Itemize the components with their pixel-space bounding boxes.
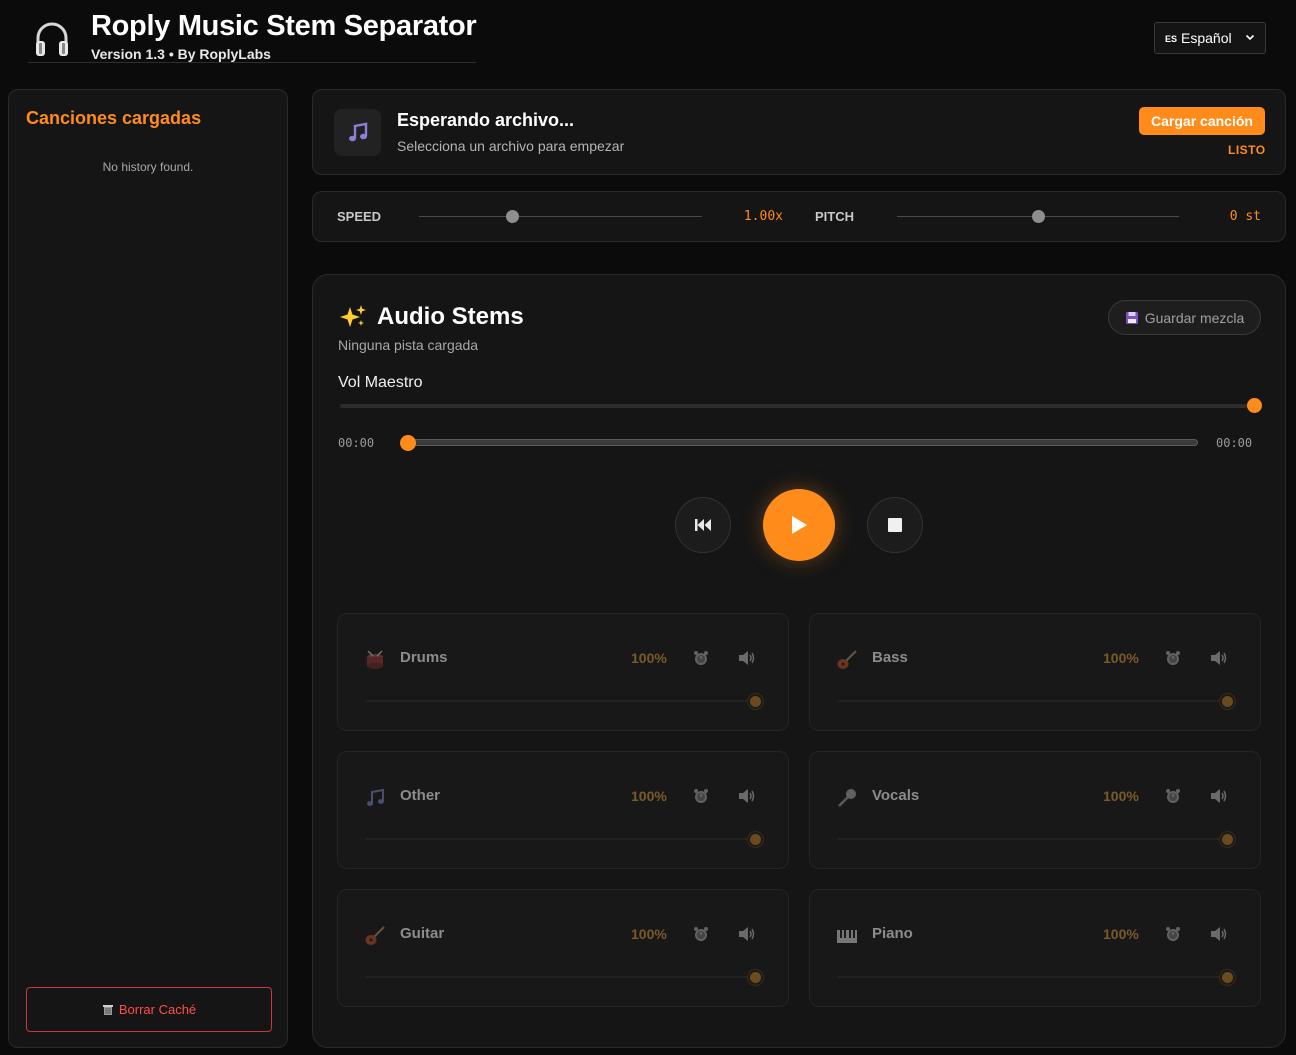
guitar-icon	[364, 925, 386, 947]
history-sidebar: Canciones cargadas No history found. Bor…	[8, 89, 288, 1048]
stem-card-piano: Piano 100%	[809, 889, 1261, 1007]
pitch-slider-thumb[interactable]	[1032, 210, 1045, 223]
master-volume-label: Vol Maestro	[338, 374, 423, 391]
stem-card-bass: Bass 100%	[809, 613, 1261, 731]
stem-volume-percent: 100%	[1103, 926, 1139, 942]
history-empty-message: No history found.	[102, 160, 194, 174]
stem-name: Bass	[872, 649, 908, 666]
stem-volume-thumb[interactable]	[748, 832, 763, 847]
stem-volume-track[interactable]	[365, 976, 763, 978]
solo-icon[interactable]	[693, 650, 709, 666]
current-time: 00:00	[338, 436, 375, 450]
loader-subtitle: Selecciona un archivo para empezar	[397, 138, 625, 154]
speaker-icon[interactable]	[1210, 926, 1228, 942]
language-select[interactable]: ES Español	[1154, 22, 1266, 54]
stem-name: Guitar	[400, 925, 445, 942]
trash-icon	[102, 1005, 113, 1015]
seek-bar[interactable]	[407, 439, 1198, 446]
solo-icon[interactable]	[693, 926, 709, 942]
seek-thumb[interactable]	[400, 435, 416, 451]
play-icon	[792, 516, 807, 534]
guitar-icon	[836, 649, 858, 671]
save-mix-button[interactable]: Guardar mezcla	[1108, 300, 1261, 335]
stem-volume-percent: 100%	[1103, 788, 1139, 804]
title-divider	[28, 62, 476, 63]
pitch-value: 0 st	[1229, 209, 1261, 224]
speaker-icon[interactable]	[1210, 650, 1228, 666]
solo-icon[interactable]	[693, 788, 709, 804]
stem-volume-thumb[interactable]	[748, 970, 763, 985]
master-volume-thumb[interactable]	[1247, 398, 1262, 413]
audio-stems-panel: Audio Stems Ninguna pista cargada Guarda…	[312, 274, 1286, 1048]
stem-card-drums: Drums 100%	[337, 613, 789, 731]
save-mix-label: Guardar mezcla	[1144, 309, 1245, 326]
speed-slider-thumb[interactable]	[506, 210, 520, 223]
load-song-button[interactable]: Cargar canción	[1139, 107, 1265, 135]
clear-cache-label: Borrar Caché	[118, 1002, 197, 1017]
solo-icon[interactable]	[1165, 650, 1181, 666]
language-flag: ES	[1165, 34, 1178, 44]
speed-label: SPEED	[337, 209, 382, 224]
app-title: Roply Music Stem Separator	[91, 10, 477, 42]
stem-volume-track[interactable]	[365, 838, 763, 840]
solo-icon[interactable]	[1165, 926, 1181, 942]
stems-title: Audio Stems	[339, 303, 524, 331]
stem-card-vocals: Vocals 100%	[809, 751, 1261, 869]
music-note-icon	[334, 109, 381, 156]
speed-slider-track[interactable]	[419, 216, 702, 217]
drum-icon	[364, 649, 386, 671]
total-time: 00:00	[1216, 436, 1253, 450]
speaker-icon[interactable]	[738, 650, 756, 666]
stem-volume-track[interactable]	[837, 700, 1235, 702]
speaker-icon[interactable]	[738, 926, 756, 942]
pitch-label: PITCH	[815, 209, 854, 224]
file-loader-card: Esperando archivo... Selecciona un archi…	[312, 89, 1286, 175]
play-button[interactable]	[763, 489, 835, 561]
stem-name: Other	[400, 787, 441, 804]
master-volume-track[interactable]	[340, 404, 1254, 408]
stop-button[interactable]	[867, 497, 923, 553]
headphones-icon	[36, 22, 68, 56]
solo-icon[interactable]	[1165, 788, 1181, 804]
sparkles-icon	[340, 305, 366, 327]
speed-value: 1.00x	[743, 209, 783, 224]
stems-subtitle: Ninguna pista cargada	[338, 337, 479, 353]
sidebar-title: Canciones cargadas	[26, 108, 202, 128]
speed-pitch-bar: SPEED 1.00x PITCH 0 st	[312, 191, 1286, 242]
language-selected-value: Español	[1181, 30, 1232, 46]
stem-volume-thumb[interactable]	[748, 694, 763, 709]
speaker-icon[interactable]	[1210, 788, 1228, 804]
stem-volume-percent: 100%	[631, 788, 667, 804]
skip-back-icon	[695, 519, 711, 531]
stems-title-text: Audio Stems	[377, 303, 524, 330]
microphone-icon	[836, 787, 858, 809]
stem-volume-track[interactable]	[837, 976, 1235, 978]
app-header: Roply Music Stem Separator Version 1.3 •…	[0, 0, 1296, 80]
stem-name: Vocals	[872, 787, 920, 804]
stem-volume-percent: 100%	[1103, 650, 1139, 666]
rewind-button[interactable]	[675, 497, 731, 553]
status-badge: LISTO	[1228, 143, 1266, 157]
stem-card-guitar: Guitar 100%	[337, 889, 789, 1007]
stop-icon	[888, 518, 902, 532]
stem-volume-thumb[interactable]	[1220, 694, 1235, 709]
piano-icon	[836, 925, 858, 947]
stem-volume-track[interactable]	[365, 700, 763, 702]
stem-volume-track[interactable]	[837, 838, 1235, 840]
speaker-icon[interactable]	[738, 788, 756, 804]
app-version: Version 1.3 • By RoplyLabs	[91, 46, 271, 62]
clear-cache-button[interactable]: Borrar Caché	[26, 987, 272, 1032]
stem-volume-percent: 100%	[631, 650, 667, 666]
stem-card-other: Other 100%	[337, 751, 789, 869]
loader-title: Esperando archivo...	[397, 110, 575, 130]
stem-volume-percent: 100%	[631, 926, 667, 942]
stem-volume-thumb[interactable]	[1220, 832, 1235, 847]
chevron-down-icon	[1245, 34, 1255, 41]
stem-name: Piano	[872, 925, 913, 942]
stem-name: Drums	[400, 649, 448, 666]
notes-icon	[364, 787, 386, 809]
floppy-disk-icon	[1125, 311, 1138, 324]
stem-volume-thumb[interactable]	[1220, 970, 1235, 985]
